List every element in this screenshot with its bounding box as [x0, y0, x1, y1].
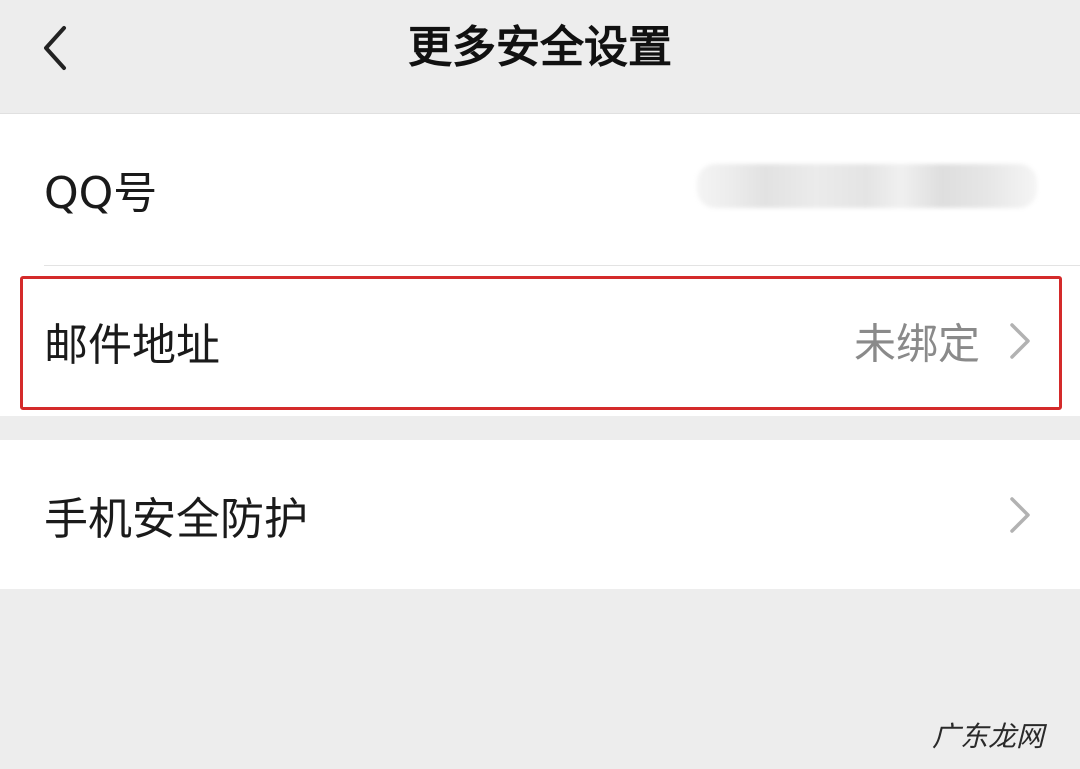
settings-group-protection: 手机安全防护	[0, 440, 1080, 589]
row-email-address[interactable]: 邮件地址 未绑定	[0, 266, 1080, 416]
email-status-value: 未绑定	[853, 319, 980, 369]
chevron-right-icon	[1010, 497, 1030, 533]
row-label-qq: QQ号	[44, 168, 158, 219]
page-title: 更多安全设置	[408, 22, 672, 73]
row-label-phone-security: 手机安全防护	[44, 494, 308, 545]
row-qq-number[interactable]: QQ号	[0, 114, 1080, 264]
row-label-email: 邮件地址	[44, 320, 220, 371]
blurred-qq-number	[697, 164, 1037, 208]
watermark: 广东龙网	[931, 720, 1044, 753]
chevron-right-icon	[1010, 323, 1030, 359]
settings-group-account: QQ号 邮件地址 未绑定	[0, 113, 1080, 416]
row-phone-security[interactable]: 手机安全防护	[0, 440, 1080, 590]
nav-bar: 更多安全设置	[0, 0, 1080, 112]
